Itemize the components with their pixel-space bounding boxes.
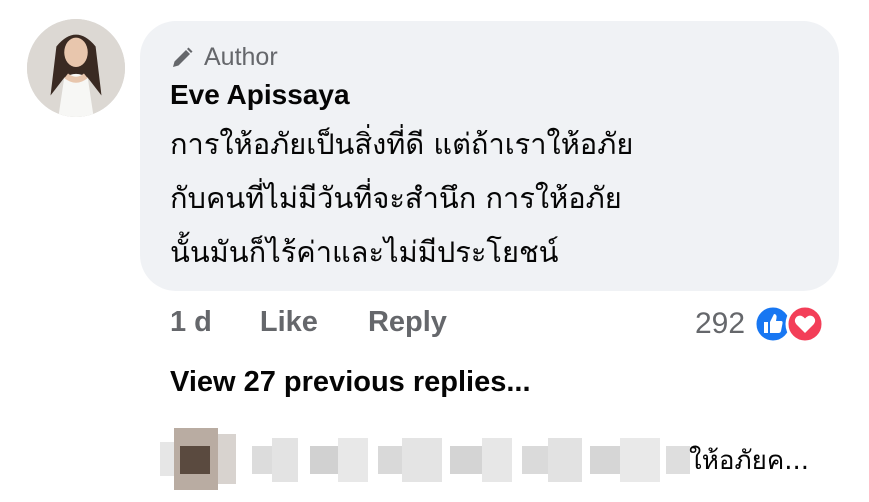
reply-preview-text: ให้อภัยค... [689,446,810,476]
comment-thread: Author Eve Apissaya การให้อภัยเป็นสิ่งที… [0,0,869,502]
comment-text: การให้อภัยเป็นสิ่งที่ดี แต่ถ้าเราให้อภัย… [170,127,634,269]
reaction-count: 292 [695,307,746,340]
comment-bubble: Author Eve Apissaya การให้อภัยเป็นสิ่งที… [140,21,839,291]
love-reaction-icon [785,304,825,344]
reactions-summary[interactable]: 292 [695,304,825,344]
comment-timestamp[interactable]: 1 d [170,306,212,339]
author-badge-label: Author [204,43,278,71]
like-button[interactable]: Like [260,306,318,339]
author-avatar[interactable] [27,19,125,117]
comment-actions: 1 d Like Reply [170,306,447,339]
author-badge: Author [170,43,278,72]
author-name[interactable]: Eve Apissaya [170,79,350,111]
pencil-icon [173,47,193,67]
reply-button[interactable]: Reply [368,306,447,339]
blurred-reply-preview [160,428,690,490]
avatar-photo [27,19,125,117]
view-previous-replies-link[interactable]: View 27 previous replies... [170,366,531,399]
